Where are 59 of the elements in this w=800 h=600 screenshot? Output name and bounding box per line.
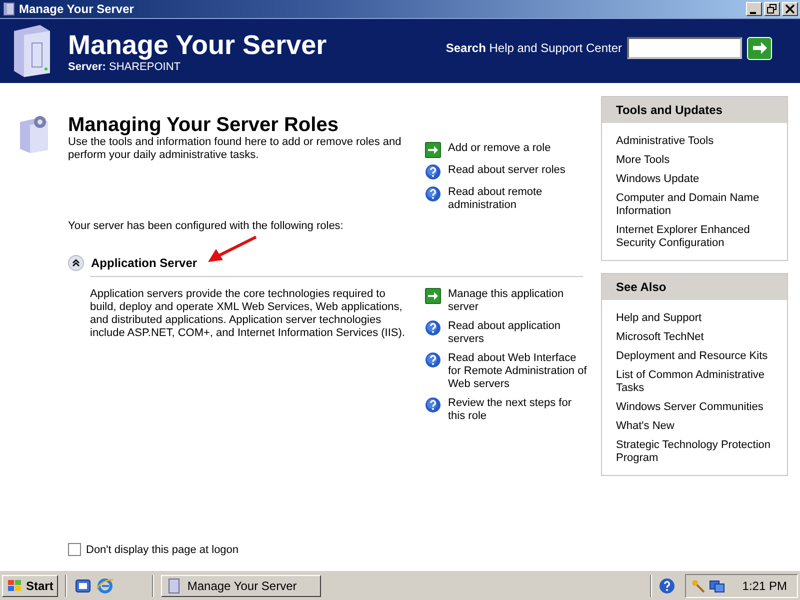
window-title: Manage Your Server: [19, 2, 134, 16]
sidebar-link[interactable]: Administrative Tools: [616, 135, 773, 148]
section-title: Managing Your Server Roles: [68, 114, 340, 136]
clock: 1:21 PM: [742, 578, 787, 592]
sidebar-link[interactable]: Deployment and Resource Kits: [616, 350, 773, 363]
server-icon: [2, 2, 16, 16]
network-icon[interactable]: [709, 578, 726, 594]
task-link[interactable]: Read about server roles: [448, 164, 588, 177]
sidebar-link[interactable]: Microsoft TechNet: [616, 331, 773, 344]
sidebar-link[interactable]: Help and Support: [616, 312, 773, 325]
help-icon: [425, 397, 441, 413]
sidebar-link[interactable]: List of Common Administrative Tasks: [616, 369, 773, 395]
desktop-icon[interactable]: [74, 576, 92, 594]
close-icon: [785, 4, 795, 14]
roles-text: Your server has been configured with the following roles:: [68, 220, 344, 233]
close-button[interactable]: [782, 2, 798, 16]
taskbar-button[interactable]: Manage Your Server: [161, 574, 322, 596]
server-name: Server: SHAREPOINT: [68, 61, 182, 73]
sidebar-link[interactable]: Windows Update: [616, 173, 773, 186]
task-link[interactable]: Read about Web Interface for Remote Administration of Web servers: [448, 352, 588, 391]
arrow-icon: [752, 41, 768, 55]
panel-title: See Also: [602, 274, 787, 300]
search-field[interactable]: [627, 37, 742, 59]
go-button[interactable]: [747, 36, 772, 60]
intro-text: Use the tools and information found here to add or remove roles and perform your daily administrative tasks.: [68, 136, 402, 162]
help-icon: [425, 164, 441, 180]
task-link[interactable]: Review the next steps for this role: [448, 397, 588, 423]
task-link[interactable]: Read about remote administration: [448, 186, 588, 212]
sidebar-link[interactable]: More Tools: [616, 154, 773, 167]
task-link[interactable]: Read about application servers: [448, 320, 588, 346]
role-name: Application Server: [91, 256, 198, 270]
keys-icon[interactable]: [690, 578, 706, 594]
restore-icon: [767, 4, 777, 14]
sidebar-link[interactable]: Computer and Domain Name Information: [616, 192, 773, 218]
sidebar-link[interactable]: Strategic Technology Protection Program: [616, 439, 773, 465]
minimize-button[interactable]: [746, 2, 762, 16]
checkbox[interactable]: [68, 543, 81, 556]
windows-logo-icon: [7, 578, 23, 592]
help-icon: [425, 320, 441, 336]
page-title: Manage Your Server: [68, 29, 327, 61]
minimize-icon: [750, 12, 756, 14]
start-button[interactable]: Start: [2, 574, 58, 596]
help-icon: [425, 186, 441, 202]
help-icon[interactable]: [659, 578, 676, 594]
help-icon: [425, 352, 441, 368]
role-description: Application servers provide the core technologies required to build, deploy and operate XML Web Services, Web applications, and distributed applications. Application server technologies include ASP.NET, COM+, and Internet Information Services (IIS).: [90, 288, 406, 341]
task-link[interactable]: Manage this application server: [448, 288, 588, 314]
task-link[interactable]: Add or remove a role: [448, 142, 588, 155]
pointer-arrow: [206, 235, 258, 265]
panel-title: Tools and Updates: [602, 97, 787, 123]
sidebar-link[interactable]: Windows Server Communities: [616, 401, 773, 414]
chevron-icon: [68, 255, 84, 271]
restore-button[interactable]: [764, 2, 780, 16]
sidebar-link[interactable]: Internet Explorer Enhanced Security Configuration: [616, 224, 773, 250]
sidebar-link[interactable]: What's New: [616, 420, 773, 433]
search-label: Search Help and Support Center: [446, 41, 622, 55]
server-icon: [166, 578, 182, 594]
checkbox-label: Don't display this page at logon: [86, 544, 239, 556]
collapse-button[interactable]: [68, 255, 84, 271]
